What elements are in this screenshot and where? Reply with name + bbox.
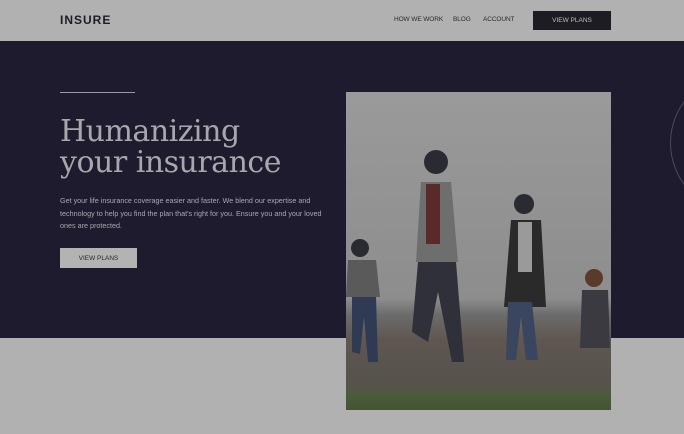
view-plans-nav-button[interactable]: VIEW PLANS bbox=[533, 11, 611, 30]
header: INSURE HOW WE WORK BLOG ACCOUNT VIEW PLA… bbox=[0, 0, 684, 41]
title-line-2: your insurance bbox=[60, 145, 281, 180]
nav-blog[interactable]: BLOG bbox=[453, 16, 471, 23]
logo[interactable]: INSURE bbox=[60, 13, 111, 27]
nav-account[interactable]: ACCOUNT bbox=[483, 16, 515, 23]
family-photo bbox=[346, 92, 611, 410]
decorative-circle bbox=[670, 73, 684, 213]
hero-title: Humanizing your insurance bbox=[60, 116, 281, 178]
view-plans-hero-button[interactable]: VIEW PLANS bbox=[60, 248, 137, 268]
divider bbox=[60, 92, 135, 93]
nav-how-we-work[interactable]: HOW WE WORK bbox=[394, 16, 443, 23]
title-line-1: Humanizing bbox=[60, 114, 240, 149]
hero-description: Get your life insurance coverage easier … bbox=[60, 196, 322, 230]
